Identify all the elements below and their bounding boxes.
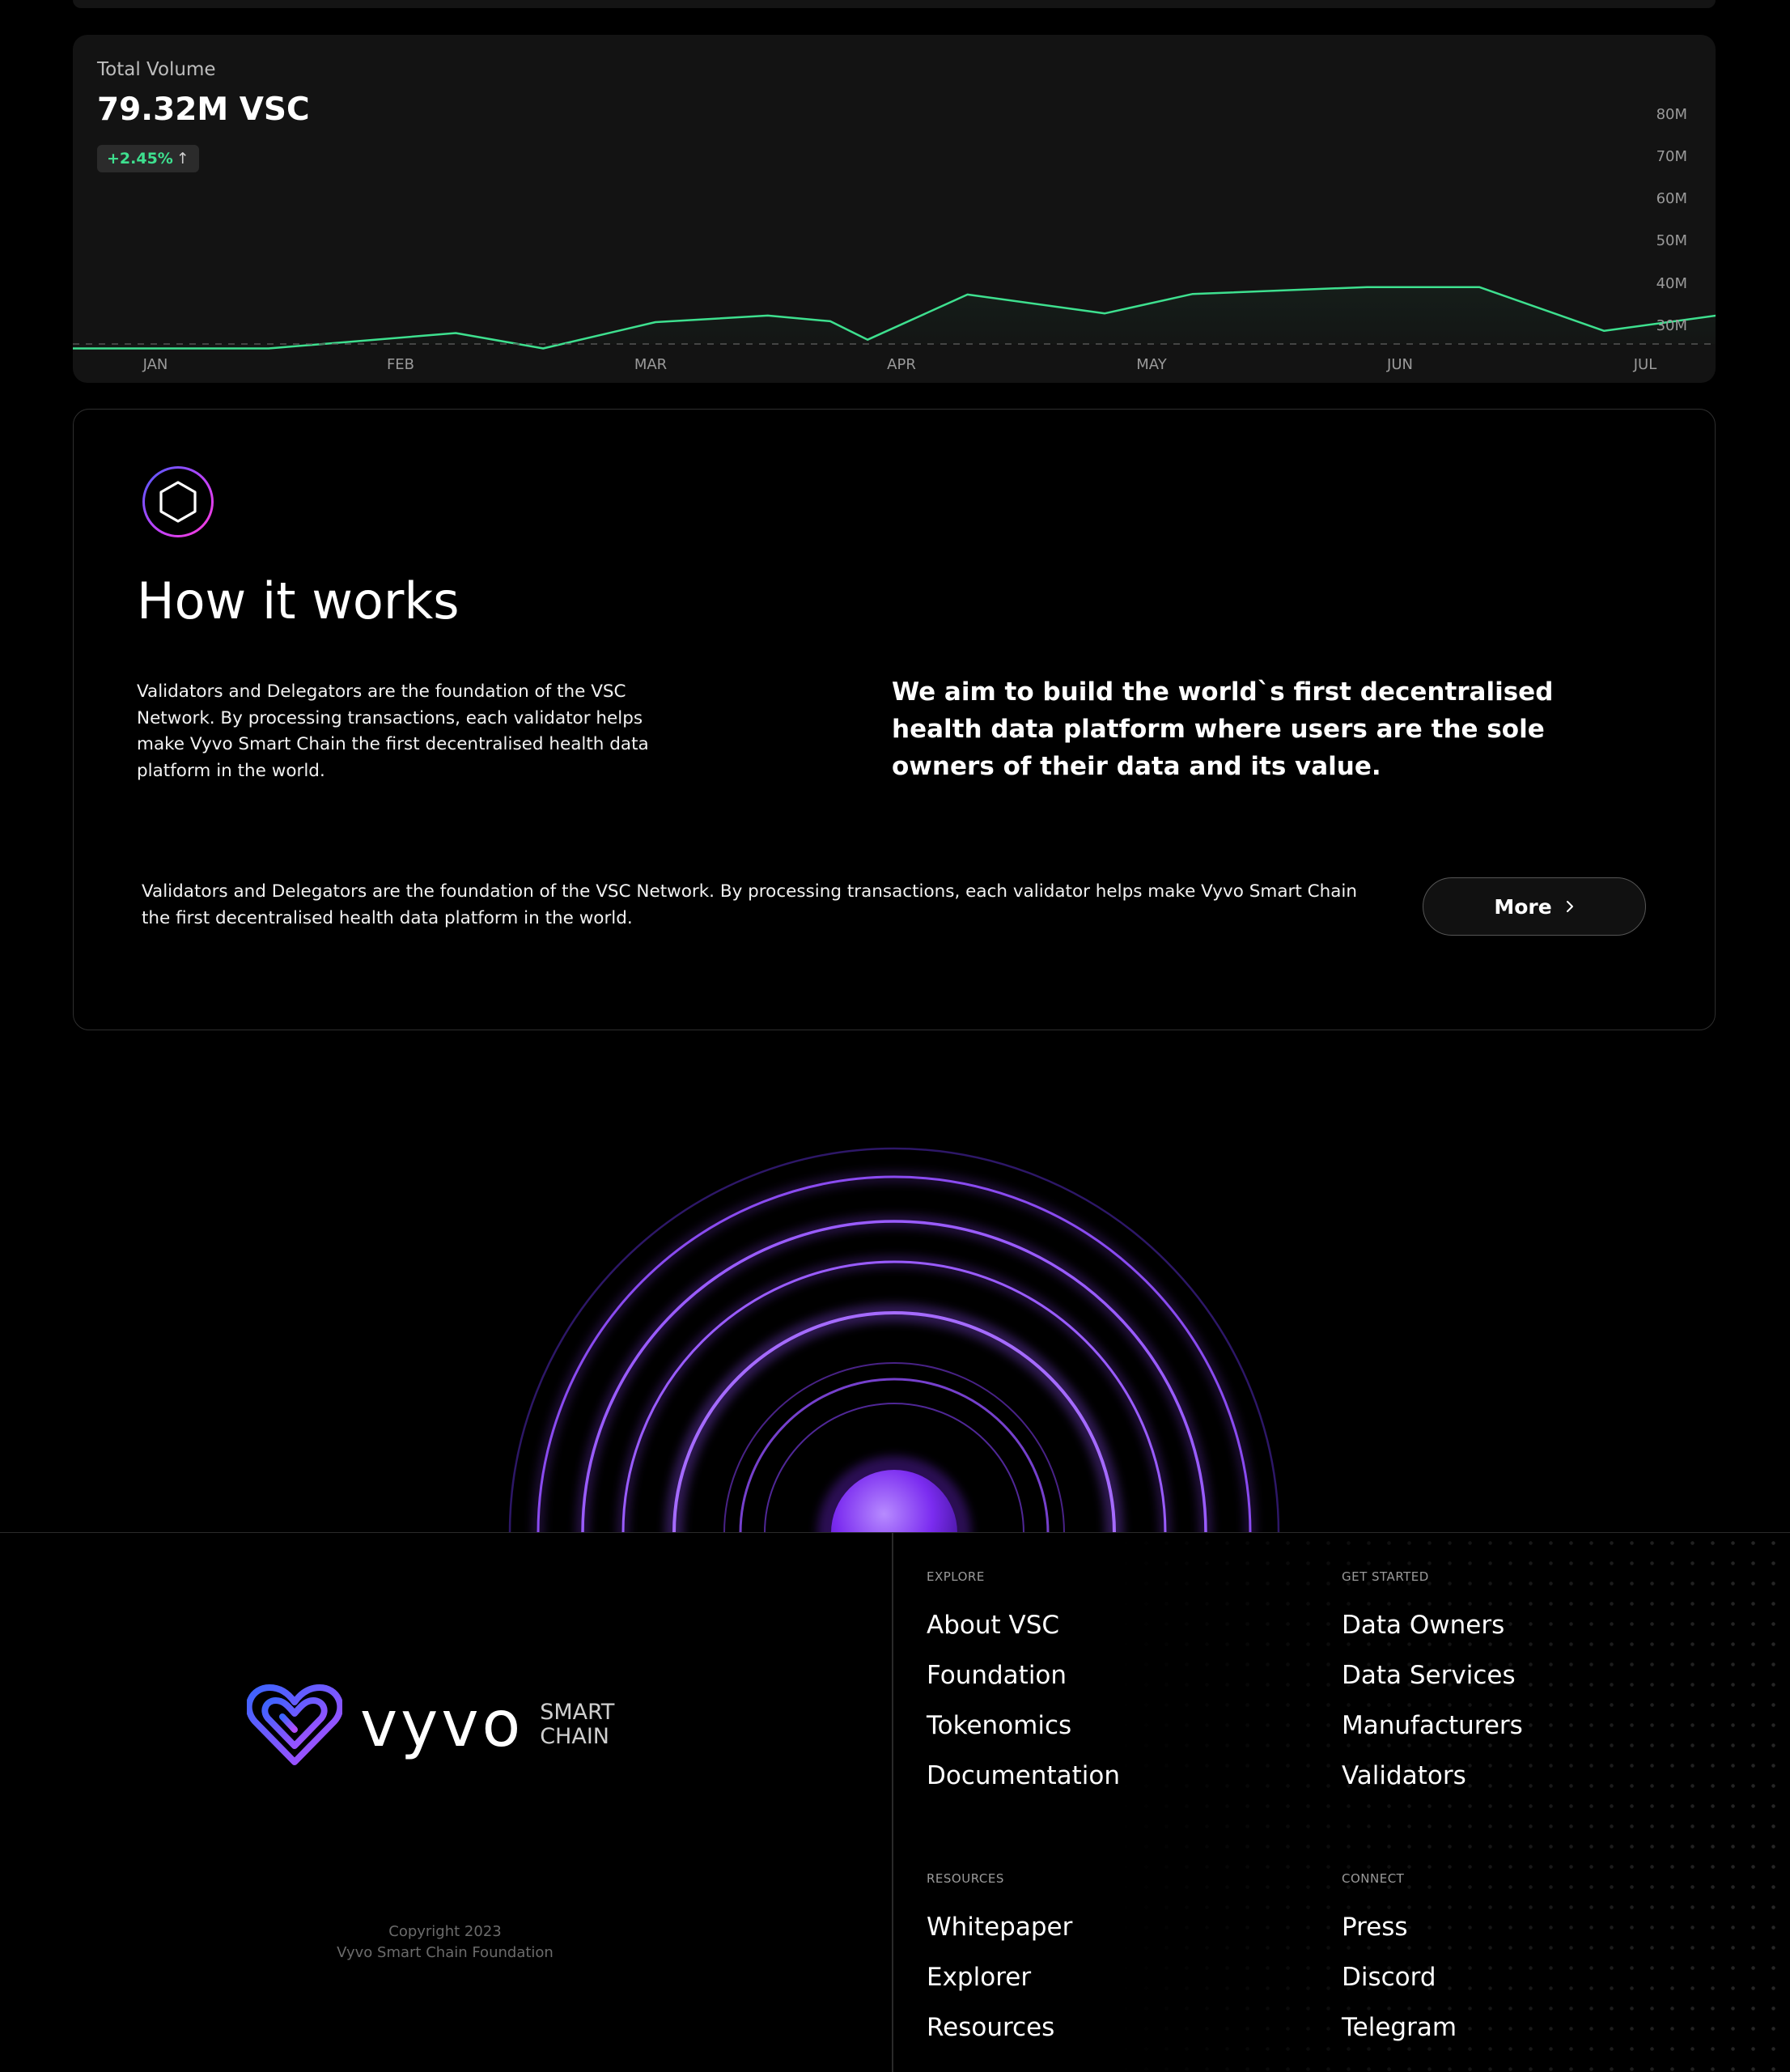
hexagon-icon [142,466,214,537]
footer-link-data-services[interactable]: Data Services [1342,1650,1523,1700]
chart-label: Total Volume [97,59,216,80]
footer-link-about-vsc[interactable]: About VSC [927,1600,1120,1650]
arrow-up-icon: ↑ [176,150,189,168]
chevron-right-icon [1566,901,1573,912]
footer-heading: GET STARTED [1342,1569,1429,1584]
footer-link-data-owners[interactable]: Data Owners [1342,1600,1523,1650]
intro-paragraph: Validators and Delegators are the founda… [137,681,649,781]
footer-divider [892,1533,893,2072]
footer-link-resources[interactable]: Resources [927,2002,1072,2053]
logo-wordmark: vyvo [360,1688,524,1761]
change-badge: +2.45% ↑ [97,145,199,172]
more-button[interactable]: More [1423,877,1646,936]
logo-tagline-line2: CHAIN [540,1724,609,1749]
more-button-label: More [1494,894,1552,919]
vyvo-logo[interactable]: vyvo SMART CHAIN [247,1683,614,1767]
footer-link-whitepaper[interactable]: Whitepaper [927,1902,1072,1952]
volume-area [73,159,1716,349]
how-it-works-card: How it works Validators and Delegators a… [73,409,1716,1030]
volume-chart: 80M 70M 60M 50M 40M 30M JAN FEB MAR APR MAY JUN JUL [73,106,1716,373]
logo-tagline-line1: SMART [540,1700,615,1725]
total-volume-card: 80M 70M 60M 50M 40M 30M JAN FEB MAR APR MAY JUN JUL … [73,35,1716,383]
change-value: +2.45% [107,150,173,168]
section-title: How it works [137,571,460,631]
footer-link-press[interactable]: Press [1342,1902,1457,1952]
x-tick-label: JUL [1633,356,1657,373]
y-tick-label: 50M [1656,232,1687,249]
heart-logo-icon [247,1684,342,1765]
copyright-year: Copyright 2023 [388,1923,502,1940]
copyright-holder: Vyvo Smart Chain Foundation [337,1944,554,1961]
footer-link-explorer[interactable]: Explorer [927,1952,1072,2002]
x-tick-label: JAN [142,356,168,373]
mission-statement: We aim to build the world`s first decent… [892,677,1554,781]
logo-tagline: SMART CHAIN [540,1700,614,1749]
y-tick-label: 60M [1656,190,1687,207]
footer-link-discord[interactable]: Discord [1342,1952,1457,2002]
footer-link-telegram[interactable]: Telegram [1342,2002,1457,2053]
footer-link-validators[interactable]: Validators [1342,1751,1523,1801]
footer-column-connect: CONNECT Press Discord Telegram [1342,1871,1457,2053]
concentric-rings-illustration [508,1147,1280,1533]
y-tick-label: 70M [1656,148,1687,165]
x-tick-label: APR [887,356,916,373]
footer-link-documentation[interactable]: Documentation [927,1751,1120,1801]
footer-heading: RESOURCES [927,1871,1004,1886]
x-tick-label: MAY [1136,356,1167,373]
x-tick-label: JUN [1386,356,1413,373]
y-tick-label: 30M [1656,317,1687,334]
footer-column-get-started: GET STARTED Data Owners Data Services Ma… [1342,1569,1523,1801]
site-footer: vyvo SMART CHAIN Copyright 2023 Vyvo Sma… [0,1532,1790,2072]
summary-paragraph: Validators and Delegators are the founda… [142,881,1358,928]
footer-heading: CONNECT [1342,1871,1405,1886]
footer-column-resources: RESOURCES Whitepaper Explorer Resources [927,1871,1072,2053]
y-tick-label: 40M [1656,275,1687,292]
footer-column-explore: EXPLORE About VSC Foundation Tokenomics … [927,1569,1120,1801]
footer-link-foundation[interactable]: Foundation [927,1650,1120,1700]
footer-heading: EXPLORE [927,1569,985,1584]
copyright: Copyright 2023 Vyvo Smart Chain Foundati… [243,1921,647,1964]
previous-card-edge [73,0,1716,8]
y-tick-label: 80M [1656,106,1687,123]
footer-link-tokenomics[interactable]: Tokenomics [927,1700,1120,1751]
footer-link-manufacturers[interactable]: Manufacturers [1342,1700,1523,1751]
x-tick-label: MAR [634,356,667,373]
chart-value: 79.32M VSC [97,91,310,128]
x-tick-label: FEB [387,356,414,373]
